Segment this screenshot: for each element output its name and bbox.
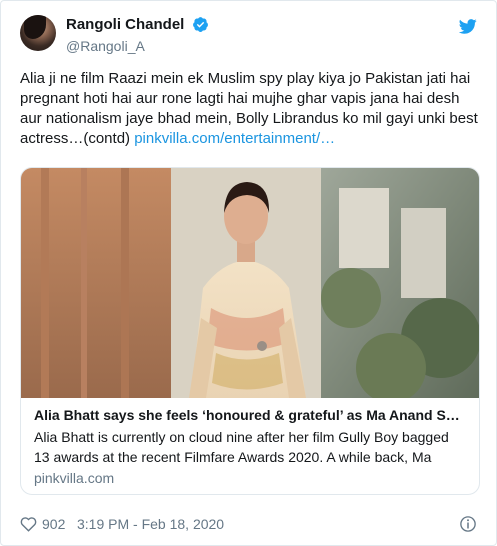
- verified-badge-icon: [192, 17, 208, 33]
- avatar[interactable]: [20, 15, 56, 51]
- tweet-footer: 902 3:19 PM - Feb 18, 2020: [20, 515, 477, 535]
- card-title[interactable]: Alia Bhatt says she feels ‘honoured & gr…: [34, 406, 466, 424]
- card-description: Alia Bhatt is currently on cloud nine af…: [34, 429, 449, 465]
- tweet-header: Rangoli Chandel @Rangoli_A: [20, 15, 477, 59]
- twitter-bird-icon[interactable]: [459, 19, 477, 34]
- card-domain[interactable]: pinkvilla.com: [34, 470, 466, 486]
- link-card[interactable]: Alia Bhatt says she feels ‘honoured & gr…: [20, 167, 480, 495]
- tweet-link[interactable]: pinkvilla.com/entertainment/…: [134, 130, 335, 147]
- info-icon[interactable]: [459, 515, 477, 533]
- heart-icon[interactable]: [20, 516, 37, 532]
- tweet-timestamp[interactable]: 3:19 PM - Feb 18, 2020: [77, 516, 224, 532]
- author-display-name[interactable]: Rangoli Chandel: [66, 16, 184, 33]
- embedded-tweet[interactable]: Rangoli Chandel @Rangoli_A Alia ji ne fi…: [0, 0, 497, 546]
- card-body: Alia Bhatt says she feels ‘honoured & gr…: [34, 406, 466, 486]
- author-block[interactable]: Rangoli Chandel @Rangoli_A: [66, 16, 209, 54]
- card-image[interactable]: [21, 168, 480, 398]
- author-handle[interactable]: @Rangoli_A: [66, 38, 209, 54]
- like-count[interactable]: 902: [42, 516, 65, 532]
- tweet-text: Alia ji ne film Raazi mein ek Muslim spy…: [20, 69, 482, 149]
